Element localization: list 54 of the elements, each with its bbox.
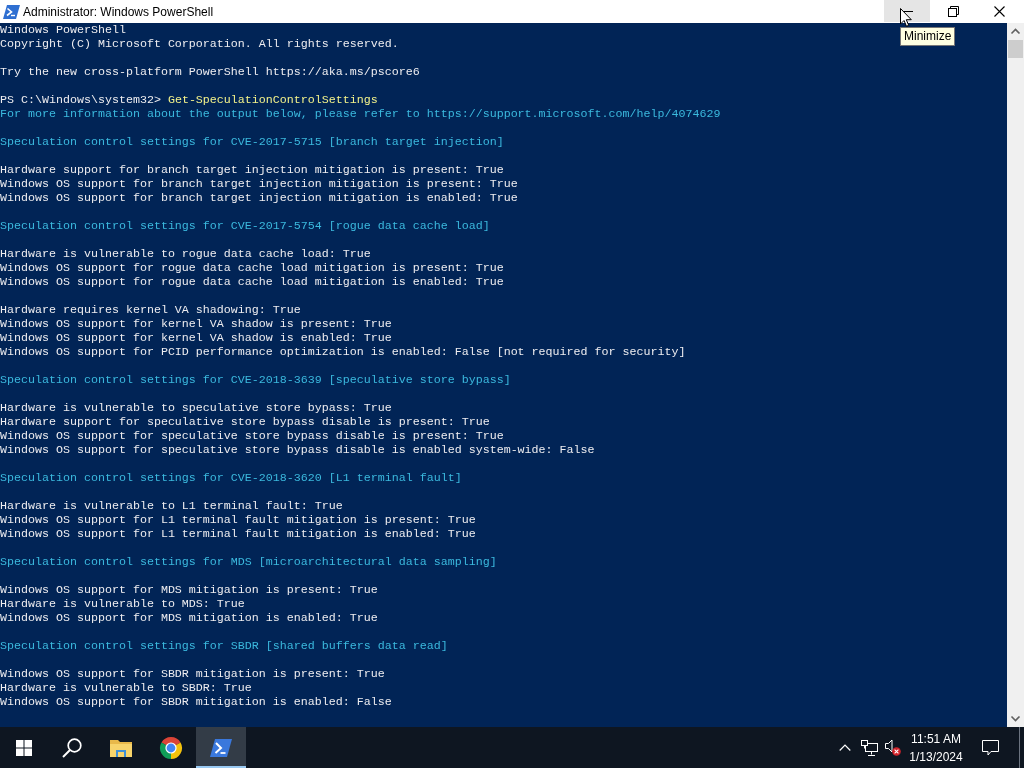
console-line: Hardware is vulnerable to rogue data cache load: True — [0, 247, 371, 261]
browser-logo-icon — [159, 735, 183, 760]
command-text: Get-SpeculationControlSettings — [167, 93, 378, 107]
console-line: Speculation control settings for CVE-2017-5715 [branch target injection] — [0, 135, 504, 149]
console-line: Windows PowerShell — [0, 23, 126, 37]
console-line: Hardware support for speculative store bypass disable is present: True — [0, 415, 490, 429]
clock-button[interactable]: 11:51 AM 1/13/2024 — [905, 727, 967, 768]
console-line: Hardware is vulnerable to L1 terminal fault: True — [0, 499, 343, 513]
console-line: Hardware requires kernel VA shadowing: True — [0, 303, 301, 317]
console-line: Copyright (C) Microsoft Corporation. All rights reserved. — [0, 37, 399, 51]
console-line: Windows OS support for MDS mitigation is present: True — [0, 583, 378, 597]
console-line: Hardware is vulnerable to speculative store bypass: True — [0, 401, 392, 415]
console-line: Speculation control settings for CVE-2018-3639 [speculative store bypass] — [0, 373, 511, 387]
console-line: Windows OS support for kernel VA shadow is present: True — [0, 317, 392, 331]
speech-bubble-icon — [981, 739, 999, 756]
prompt-text: PS C:\Windows\system32> — [0, 93, 161, 107]
close-icon — [993, 5, 1005, 17]
restore-icon — [947, 5, 959, 17]
windows-logo-icon — [16, 739, 32, 756]
window-title: Administrator: Windows PowerShell — [23, 3, 214, 21]
speaker-icon — [885, 739, 901, 756]
console-line: Try the new cross-platform PowerShell https://aka.ms/pscore6 — [0, 65, 420, 79]
scrollbar[interactable] — [1007, 23, 1024, 727]
search-icon — [62, 737, 82, 758]
terminal-app-button[interactable] — [196, 727, 246, 768]
console-line: Windows OS support for branch target injection mitigation is enabled: True — [0, 191, 518, 205]
console-line: Windows OS support for rogue data cache load mitigation is present: True — [0, 261, 504, 275]
network-monitor-icon — [860, 739, 878, 756]
console-line: Windows OS support for MDS mitigation is enabled: True — [0, 611, 378, 625]
console-line: Windows OS support for PCID performance optimization is enabled: False [not required for security] — [0, 345, 686, 359]
console-line: Windows OS support for L1 terminal fault mitigation is enabled: True — [0, 527, 476, 541]
console-line: Windows OS support for L1 terminal fault mitigation is present: True — [0, 513, 476, 527]
console-line: Windows OS support for rogue data cache load mitigation is enabled: True — [0, 275, 504, 289]
console-line: Speculation control settings for CVE-2018-3620 [L1 terminal fault] — [0, 471, 462, 485]
console-line: Hardware is vulnerable to SBDR: True — [0, 681, 252, 695]
console-line: Windows OS support for speculative store bypass disable is present: True — [0, 429, 504, 443]
console-line: Windows OS support for branch target injection mitigation is present: True — [0, 177, 518, 191]
console-line: Windows OS support for speculative store bypass disable is enabled system-wide: False — [0, 443, 595, 457]
console-line: Hardware support for branch target injection mitigation is present: True — [0, 163, 504, 177]
folder-icon — [110, 738, 132, 757]
scrollbar-thumb[interactable] — [1007, 40, 1024, 58]
terminal-icon — [210, 738, 232, 757]
tooltip: Minimize — [900, 27, 956, 46]
minimize-button[interactable] — [884, 0, 930, 22]
terminal-icon — [3, 4, 20, 19]
console-line: Windows OS support for SBDR mitigation is enabled: False — [0, 695, 392, 709]
console-line: For more information about the output below, please refer to https://support.microsoft.com/help/4074629 — [0, 107, 721, 121]
console-line: Speculation control settings for SBDR [shared buffers data read] — [0, 639, 448, 653]
console-line: Windows OS support for kernel VA shadow is enabled: True — [0, 331, 392, 345]
console-line: Speculation control settings for MDS [microarchitectural data sampling] — [0, 555, 497, 569]
console-line: Windows OS support for SBDR mitigation is present: True — [0, 667, 385, 681]
caret-up-icon — [839, 744, 851, 751]
console-line: Speculation control settings for CVE-2017-5754 [rogue data cache load] — [0, 219, 490, 233]
console-line: Hardware is vulnerable to MDS: True — [0, 597, 245, 611]
